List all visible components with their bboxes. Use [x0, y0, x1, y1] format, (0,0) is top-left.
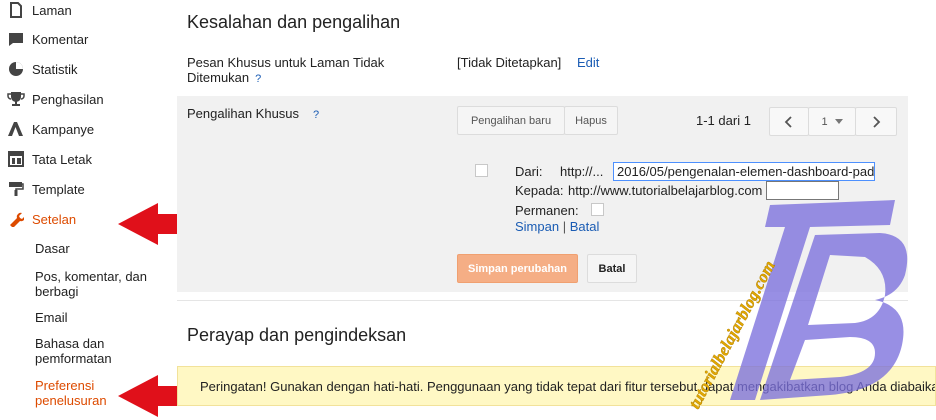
sidebar-subitem-pos-komentar[interactable]: Pos, komentar, dan berbagi [35, 269, 160, 299]
chevron-down-icon [834, 118, 843, 124]
prev-page-button[interactable] [769, 107, 809, 136]
from-label: Dari: [515, 164, 543, 179]
sidebar-subitem-bahasa[interactable]: Bahasa dan pemformatan [35, 336, 125, 366]
sidebar-item-label: Penghasilan [32, 91, 104, 107]
sidebar-item-statistik[interactable]: Statistik [6, 58, 78, 80]
cancel-changes-button[interactable]: Batal [587, 254, 637, 283]
sidebar-item-label: Template [32, 181, 85, 197]
notfound-label: Pesan Khusus untuk Laman Tidak Ditemukan… [187, 55, 385, 85]
wrench-icon [6, 210, 26, 228]
page-select[interactable]: 1 [808, 107, 856, 136]
sidebar-item-label: Komentar [32, 31, 89, 47]
sidebar-item-kampanye[interactable]: Kampanye [6, 118, 94, 140]
paint-roller-icon [6, 180, 26, 198]
sidebar-item-tata-letak[interactable]: Tata Letak [6, 148, 92, 170]
sidebar-item-label: Kampanye [32, 121, 95, 137]
notfound-edit-link[interactable]: Edit [577, 55, 599, 70]
delete-redirect-button[interactable]: Hapus [564, 106, 618, 135]
sidebar-item-komentar[interactable]: Komentar [6, 28, 88, 50]
redirect-row-checkbox[interactable] [475, 164, 488, 177]
section-title-crawlers: Perayap dan pengindeksan [187, 325, 407, 345]
redirect-row-actions: Simpan | Batal [515, 219, 599, 234]
next-page-button[interactable] [855, 107, 897, 136]
from-prefix: http://... [560, 164, 604, 179]
new-redirect-button[interactable]: Pengalihan baru [457, 106, 565, 135]
adwords-icon [6, 120, 26, 138]
trophy-icon [6, 90, 26, 108]
sidebar-subitem-email[interactable]: Email [35, 310, 68, 325]
permanent-checkbox[interactable] [591, 203, 604, 216]
sidebar-subitem-preferensi-penelusuran[interactable]: Preferensi penelusuran [35, 378, 115, 408]
chevron-left-icon [784, 115, 792, 128]
comment-icon [6, 30, 26, 48]
sidebar-item-setelan[interactable]: Setelan [6, 208, 76, 230]
sidebar-item-template[interactable]: Template [6, 178, 85, 200]
cancel-redirect-link[interactable]: Batal [570, 219, 600, 234]
save-changes-button[interactable]: Simpan perubahan [457, 254, 578, 283]
notfound-help-link[interactable]: ? [255, 73, 261, 85]
layout-icon [6, 150, 26, 168]
sidebar-item-penghasilan[interactable]: Penghasilan [6, 88, 104, 110]
chevron-right-icon [873, 115, 881, 128]
sidebar-item-label: Tata Letak [32, 151, 92, 167]
save-redirect-link[interactable]: Simpan [515, 219, 559, 234]
permanent-label: Permanen: [515, 203, 579, 218]
sidebar-subitem-dasar[interactable]: Dasar [35, 241, 70, 256]
sidebar-item-label: Laman [32, 2, 72, 18]
redirect-label: Pengalihan Khusus? [187, 106, 320, 121]
to-label: Kepada: [515, 183, 564, 198]
separator: | [562, 219, 567, 234]
section-title-errors: Kesalahan dan pengalihan [187, 12, 401, 32]
redirect-help-link[interactable]: ? [313, 109, 319, 121]
watermark-logo: tutorialbelajarblog.com [685, 200, 908, 412]
sidebar-item-label: Statistik [32, 61, 78, 77]
pie-chart-icon [6, 60, 26, 78]
page-icon [6, 1, 26, 19]
sidebar-item-laman[interactable]: Laman [6, 0, 72, 21]
notfound-value: [Tidak Ditetapkan] [457, 55, 562, 70]
from-input[interactable]: 2016/05/pengenalan-elemen-dashboard-pad [613, 162, 875, 181]
pagination-text: 1-1 dari 1 [696, 113, 751, 128]
sidebar-item-label: Setelan [32, 211, 77, 227]
